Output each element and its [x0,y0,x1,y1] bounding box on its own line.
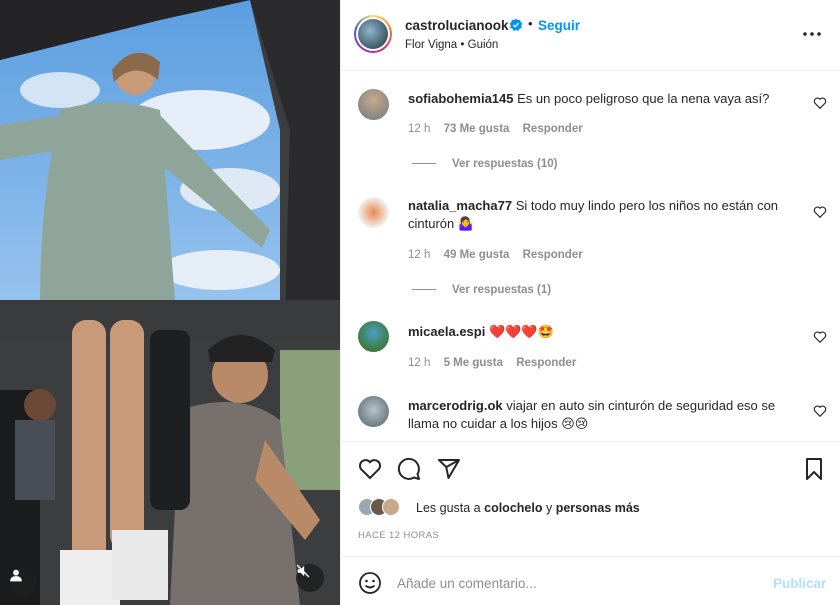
emoji-icon[interactable] [358,571,382,595]
user-tag-icon [10,569,22,582]
liker-username[interactable]: colochelo [484,501,542,515]
author-username[interactable]: castrolucianook [405,18,509,33]
post-timestamp[interactable]: HACE 12 HORAS [358,530,439,541]
comment-likes[interactable]: 49 Me gusta [444,249,510,261]
bookmark-icon[interactable] [802,457,826,481]
comment-text: ❤️❤️❤️🤩 [488,324,554,339]
reply-button[interactable]: Responder [523,123,583,135]
comment-likes[interactable]: 73 Me gusta [444,123,510,135]
comment-like-icon[interactable] [813,404,827,418]
comment-username[interactable]: marcerodrig.ok [408,398,503,413]
verified-icon [509,18,523,31]
comment-text: Es un poco peligroso que la nena vaya as… [517,91,770,106]
mute-icon [296,564,310,578]
liker-avatar [382,498,400,516]
comment-meta: 12 h 5 Me gusta Responder [408,357,586,369]
comment-body: micaela.espi ❤️❤️❤️🤩 [408,323,808,341]
comment-username[interactable]: natalia_macha77 [408,198,512,213]
video-frame [0,0,340,605]
reply-button[interactable]: Responder [516,357,576,369]
comment-likes[interactable]: 5 Me gusta [444,357,503,369]
post-comment-button[interactable]: Publicar [773,576,826,591]
view-replies-button[interactable]: Ver respuestas (1) [412,284,551,296]
reply-button[interactable]: Responder [523,249,583,261]
comment-body: marcerodrig.ok viajar en auto sin cintur… [408,397,808,433]
comment-time: 12 h [408,249,431,261]
comment-icon[interactable] [397,457,421,481]
post-details-panel: castrolucianook • Seguir Flor Vigna • Gu… [340,0,839,605]
comment-like-icon[interactable] [813,330,827,344]
post-actions: Les gusta a colochelo y personas más HAC… [341,441,839,556]
share-icon[interactable] [437,457,461,481]
follow-button[interactable]: Seguir [538,18,580,33]
post-media-video[interactable] [0,0,340,605]
likes-prefix: Les gusta a [416,501,481,515]
comment-body: sofiabohemia145 Es un poco peligroso que… [408,90,808,108]
post-header: castrolucianook • Seguir Flor Vigna • Gu… [341,0,839,71]
heart-icon[interactable] [358,457,382,481]
post-subtitle[interactable]: Flor Vigna • Guión [405,39,498,51]
comment-like-icon[interactable] [813,205,827,219]
comment-time: 12 h [408,357,431,369]
comment-username[interactable]: micaela.espi [408,324,485,339]
likes-connector: y [545,501,553,515]
commenter-avatar[interactable] [358,89,389,120]
separator-dot: • [528,16,533,31]
comment-meta: 12 h 49 Me gusta Responder [408,249,593,261]
comments-list[interactable]: sofiabohemia145 Es un poco peligroso que… [341,71,839,441]
comment-username[interactable]: sofiabohemia145 [408,91,514,106]
comment-input[interactable] [397,571,757,595]
comment-like-icon[interactable] [813,96,827,110]
mute-button[interactable] [296,564,324,592]
commenter-avatar[interactable] [358,396,389,427]
author-avatar[interactable] [354,15,392,53]
commenter-avatar[interactable] [358,197,389,228]
commenter-avatar[interactable] [358,321,389,352]
more-icon[interactable] [801,26,823,42]
comment-meta: 12 h 73 Me gusta Responder [408,123,593,135]
user-tag-button[interactable] [9,568,37,596]
instagram-post-view: castrolucianook • Seguir Flor Vigna • Gu… [0,0,839,605]
likes-text: Les gusta a colochelo y personas más [416,501,640,515]
comment-body: natalia_macha77 Si todo muy lindo pero l… [408,197,808,233]
other-likers-link[interactable]: personas más [556,501,640,515]
add-comment-bar: Publicar [341,556,839,605]
view-replies-button[interactable]: Ver respuestas (10) [412,158,557,170]
comment-time: 12 h [408,123,431,135]
